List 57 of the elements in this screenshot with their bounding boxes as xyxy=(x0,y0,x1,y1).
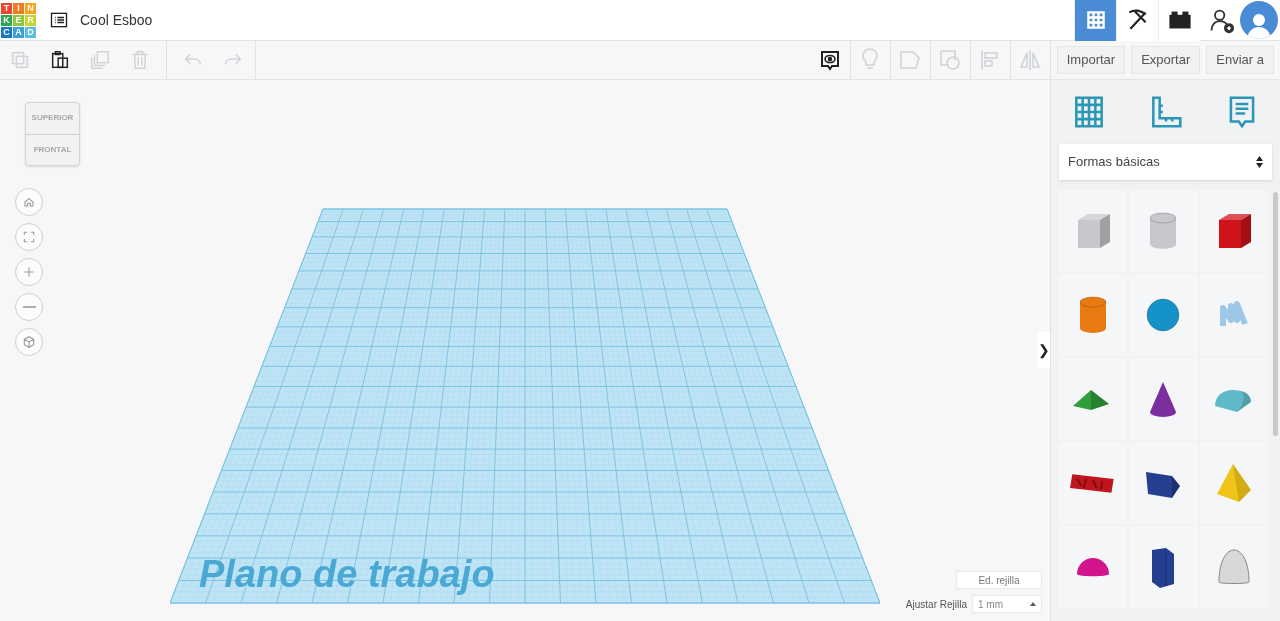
cube-icon xyxy=(21,334,37,350)
duplicate-icon xyxy=(89,49,111,71)
snap-grid-label: Ajustar Rejilla xyxy=(905,597,967,612)
view-cube-face-label: SUPERIOR xyxy=(26,103,79,135)
shape-tile[interactable] xyxy=(1059,274,1128,356)
caret-up-icon xyxy=(1030,602,1036,606)
sort-arrows-icon xyxy=(1256,156,1263,168)
shape-tile[interactable] xyxy=(1059,526,1128,608)
logo-letter: C xyxy=(1,26,12,38)
category-select[interactable]: Formas básicas xyxy=(1059,144,1272,180)
shape-tile[interactable] xyxy=(1199,442,1268,524)
square-circle-icon xyxy=(938,48,963,72)
shape-tile[interactable] xyxy=(1199,358,1268,440)
action-button[interactable]: Enviar a xyxy=(1206,46,1274,74)
shape-tile[interactable] xyxy=(1059,358,1128,440)
logo-letter: R xyxy=(25,14,36,26)
view-control-button[interactable] xyxy=(15,328,43,356)
action-button[interactable]: Exportar xyxy=(1131,46,1201,74)
shape-tile[interactable] xyxy=(1059,190,1128,272)
shape-tile[interactable] xyxy=(1199,190,1268,272)
shape-tile[interactable] xyxy=(1129,190,1198,272)
clipboard-icon xyxy=(49,49,71,71)
logo-letter: E xyxy=(13,14,24,26)
view-control-button[interactable] xyxy=(15,188,43,216)
view-cube-face-label: FRONTAL xyxy=(32,143,73,156)
logo-letter: D xyxy=(25,26,36,38)
snap-grid-select[interactable]: 1 mm xyxy=(972,595,1042,613)
zoom-in-icon xyxy=(21,264,37,280)
shape-tile[interactable] xyxy=(1129,274,1198,356)
fit-view-icon xyxy=(21,229,37,245)
logo-letter: N xyxy=(25,2,36,14)
list-icon xyxy=(49,10,69,30)
panel-toggle-button[interactable]: ❯ xyxy=(1038,332,1050,368)
view-switch-tab[interactable] xyxy=(1074,0,1116,41)
copy-icon xyxy=(9,49,31,71)
shape-tile[interactable] xyxy=(1199,526,1268,608)
workplane-label: Plano de trabajo xyxy=(199,552,495,597)
design-title[interactable]: Cool Esboo xyxy=(80,9,153,31)
scrollbar[interactable] xyxy=(1273,192,1278,436)
view-switch-tab[interactable] xyxy=(1158,0,1200,41)
view-control-button[interactable] xyxy=(15,293,43,321)
shape-tile[interactable] xyxy=(1129,526,1198,608)
edit-grid-button[interactable]: Ed. rejilla xyxy=(956,571,1042,589)
view-control-button[interactable] xyxy=(15,223,43,251)
shape-tile[interactable] xyxy=(1199,274,1268,356)
mirror-icon xyxy=(1018,48,1043,72)
shape-tile[interactable] xyxy=(1129,358,1198,440)
view-control-button[interactable] xyxy=(15,258,43,286)
view-switch-tab[interactable] xyxy=(1116,0,1158,41)
shape-tile[interactable] xyxy=(1059,442,1128,524)
logo-letter: I xyxy=(13,2,24,14)
logo-letter: A xyxy=(13,26,24,38)
logo-letter: T xyxy=(1,2,12,14)
shape-outline-icon xyxy=(898,48,923,72)
logo-letter: K xyxy=(1,14,12,26)
action-button[interactable]: Importar xyxy=(1056,46,1126,74)
shape-tile[interactable] xyxy=(1129,442,1198,524)
